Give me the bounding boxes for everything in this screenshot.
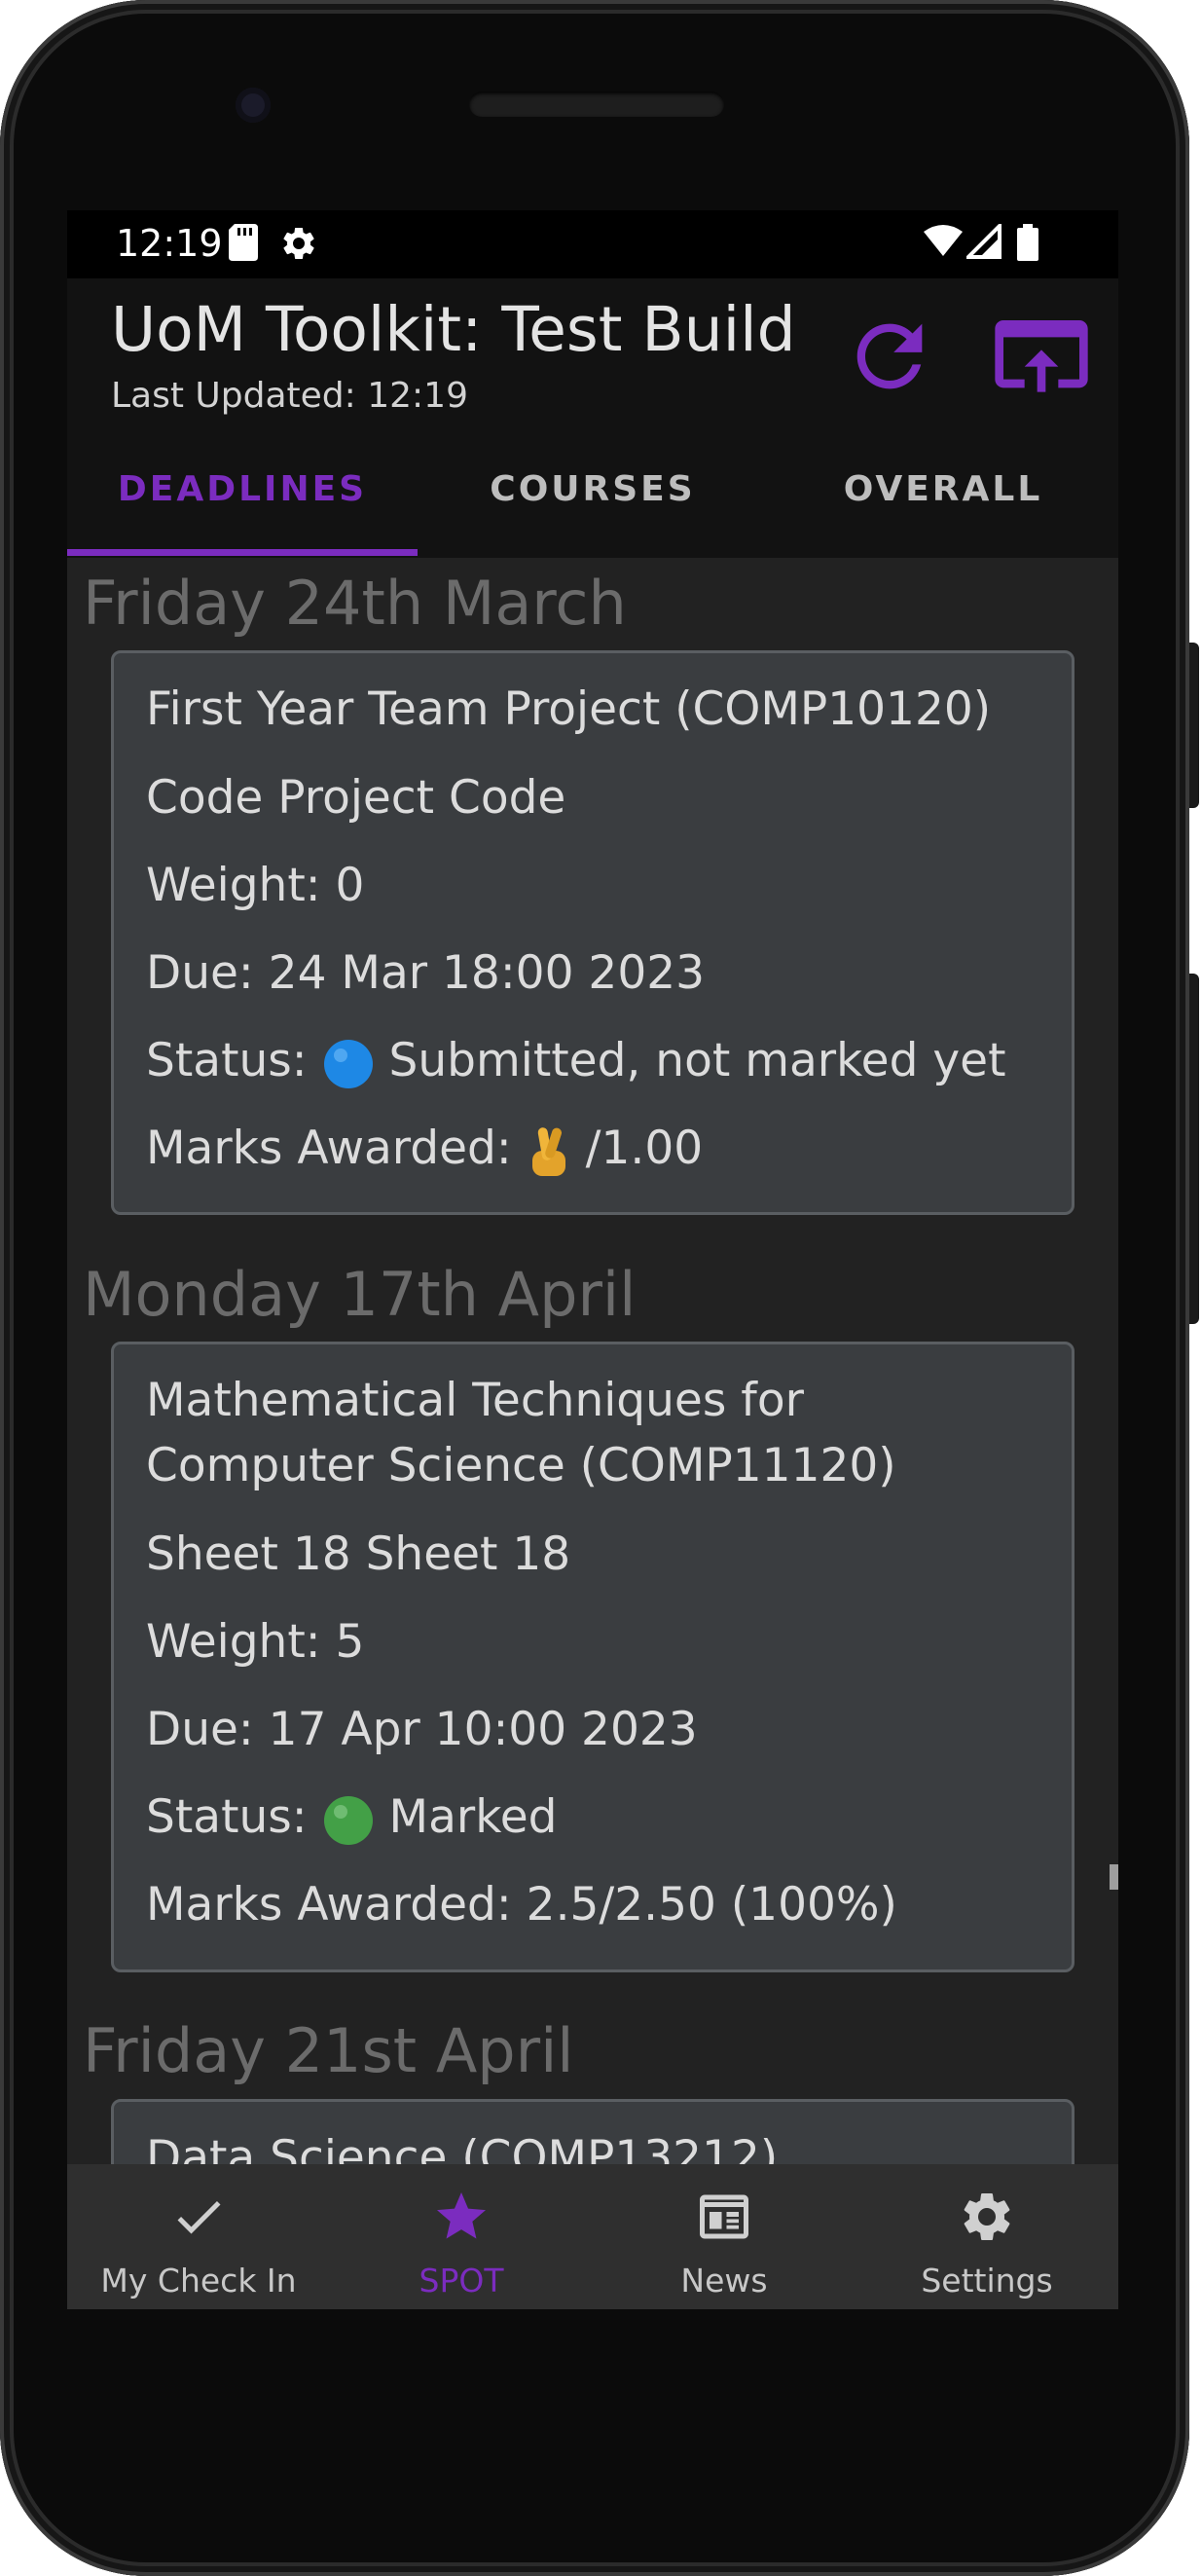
assignment-weight: Weight: 0 xyxy=(146,859,365,912)
marks-line: Marks Awarded: /1.00 xyxy=(146,1122,703,1178)
device-screen: 12:19 UoM Toolkit: Test Build Last Updat… xyxy=(67,210,1118,2309)
deadline-card[interactable]: Mathematical Techniques for Computer Sci… xyxy=(111,1342,1075,1972)
last-updated-text: Last Updated: 12:19 xyxy=(111,376,468,416)
earpiece-speaker xyxy=(469,92,724,117)
nav-label: My Check In xyxy=(100,2262,297,2300)
status-prefix: Status: xyxy=(146,1034,308,1087)
star-icon xyxy=(437,2192,486,2239)
nav-news[interactable]: News xyxy=(593,2164,856,2309)
active-tab-indicator xyxy=(67,549,418,556)
battery-icon xyxy=(1017,224,1038,261)
crossed-fingers-icon xyxy=(531,1126,565,1176)
gear-icon xyxy=(964,2193,1010,2240)
settings-gear-icon xyxy=(283,227,314,259)
phone-frame: 12:19 UoM Toolkit: Test Build Last Updat… xyxy=(0,0,1189,2576)
nav-label: News xyxy=(680,2262,768,2300)
tab-bar: DEADLINES COURSES OVERALL xyxy=(67,420,1118,558)
status-line: Status: Submitted, not marked yet xyxy=(146,1034,1006,1090)
tab-courses[interactable]: COURSES xyxy=(418,420,768,558)
marks-line: Marks Awarded: 2.5/2.50 (100%) xyxy=(146,1878,897,1932)
check-icon xyxy=(177,2200,221,2234)
nav-settings[interactable]: Settings xyxy=(856,2164,1118,2309)
app-bar: UoM Toolkit: Test Build Last Updated: 12… xyxy=(67,278,1118,420)
course-name-continued: Computer Science (COMP11120) xyxy=(146,1439,896,1492)
front-camera xyxy=(236,88,271,123)
scrollbar[interactable] xyxy=(1110,1864,1118,1890)
course-name: First Year Team Project (COMP10120) xyxy=(146,682,992,736)
sd-card-icon xyxy=(229,224,258,261)
nav-label: Settings xyxy=(921,2262,1053,2300)
app-title: UoM Toolkit: Test Build xyxy=(111,294,796,365)
tab-overall[interactable]: OVERALL xyxy=(768,420,1118,558)
nav-spot[interactable]: SPOT xyxy=(330,2164,593,2309)
cell-signal-icon xyxy=(966,224,1002,259)
deadline-card[interactable]: First Year Team Project (COMP10120) Code… xyxy=(111,650,1075,1215)
due-date: Due: 24 Mar 18:00 2023 xyxy=(146,946,706,1000)
course-name: Mathematical Techniques for xyxy=(146,1374,804,1427)
assignment-name: Code Project Code xyxy=(146,771,566,825)
assignment-name: Sheet 18 Sheet 18 xyxy=(146,1527,571,1581)
status-prefix: Status: xyxy=(146,1790,308,1844)
volume-button xyxy=(1189,974,1199,1324)
wifi-icon xyxy=(924,225,963,256)
date-header: Friday 24th March xyxy=(83,568,627,639)
deadlines-list[interactable]: Friday 24th March First Year Team Projec… xyxy=(67,558,1118,2164)
marks-value: /1.00 xyxy=(585,1122,704,1175)
power-button xyxy=(1189,643,1199,808)
status-line: Status: Marked xyxy=(146,1790,557,1847)
nav-my-check-in[interactable]: My Check In xyxy=(67,2164,330,2309)
blue-circle-icon xyxy=(323,1039,373,1088)
status-text: Marked xyxy=(388,1790,558,1844)
green-circle-icon xyxy=(323,1795,373,1845)
date-header: Friday 21st April xyxy=(83,2015,574,2086)
due-date: Due: 17 Apr 10:00 2023 xyxy=(146,1703,698,1756)
status-text: Submitted, not marked yet xyxy=(388,1034,1006,1087)
marks-prefix: Marks Awarded: xyxy=(146,1122,512,1175)
bottom-navigation: My Check In SPOT News Settings xyxy=(67,2164,1118,2309)
status-bar: 12:19 xyxy=(67,210,1118,278)
open-external-icon[interactable] xyxy=(991,308,1092,409)
tab-deadlines[interactable]: DEADLINES xyxy=(67,420,418,558)
date-header: Monday 17th April xyxy=(83,1259,637,1330)
assignment-weight: Weight: 5 xyxy=(146,1615,365,1669)
newspaper-icon xyxy=(700,2194,748,2239)
refresh-icon[interactable] xyxy=(841,308,938,405)
status-time: 12:19 xyxy=(116,222,223,265)
deadline-card[interactable]: Data Science (COMP13212) xyxy=(111,2099,1075,2164)
course-name: Data Science (COMP13212) xyxy=(146,2131,779,2164)
nav-label: SPOT xyxy=(419,2262,504,2300)
